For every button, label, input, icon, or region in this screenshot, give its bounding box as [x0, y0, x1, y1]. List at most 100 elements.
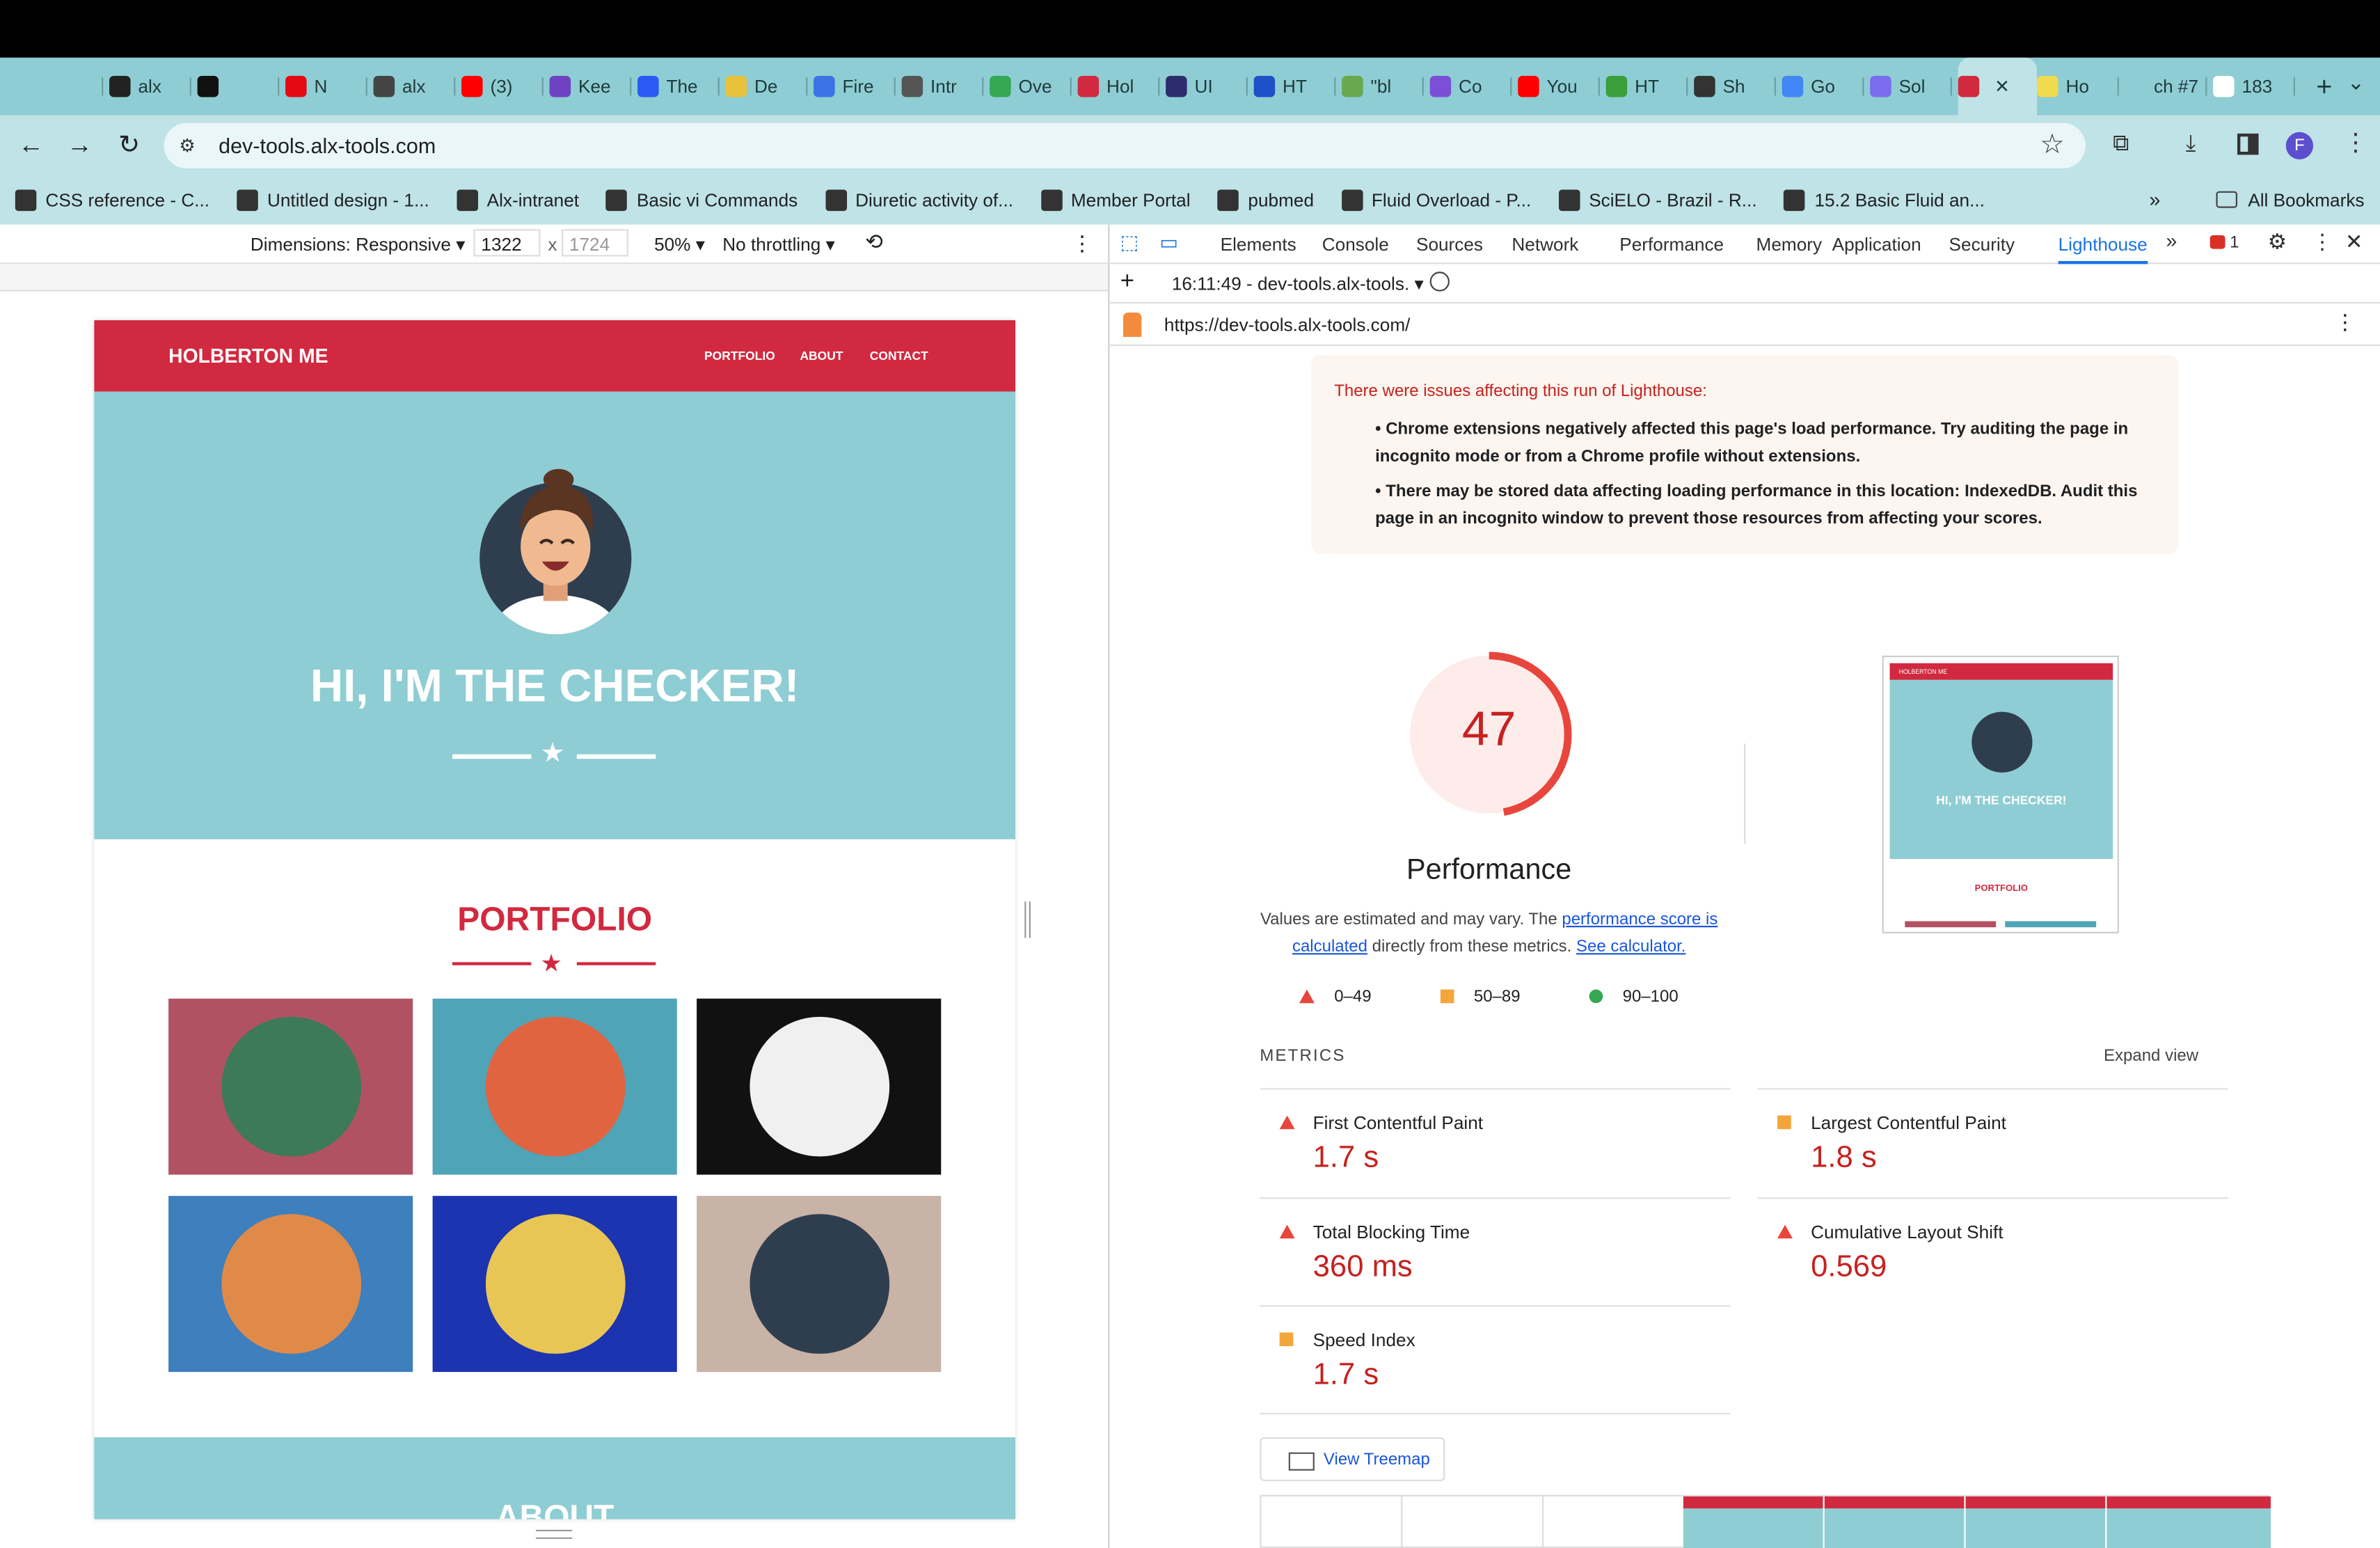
browser-tab[interactable]: Co	[1429, 67, 1518, 106]
side-panel-icon[interactable]	[2237, 133, 2259, 155]
devtools-tab-security[interactable]: Security	[1949, 234, 2015, 255]
devtools-tab-performance[interactable]: Performance	[1619, 234, 1724, 255]
rotate-icon[interactable]: ⟲	[865, 229, 883, 255]
browser-tab[interactable]: ch #7	[2125, 67, 2214, 106]
browser-tab[interactable]: Intr	[901, 67, 990, 106]
browser-tab[interactable]: HT	[1605, 67, 1695, 106]
devtools-menu-icon[interactable]: ⋮	[2312, 229, 2333, 255]
devtools-tab-console[interactable]: Console	[1322, 234, 1389, 255]
report-url[interactable]: https://dev-tools.alx-tools.com/	[1164, 314, 1411, 335]
bookmark-item[interactable]: SciELO - Brazil - R...	[1558, 189, 1757, 212]
bookmark-item[interactable]: Fluid Overload - P...	[1341, 189, 1531, 212]
bookmark-item[interactable]: Member Portal	[1040, 189, 1191, 212]
forward-button[interactable]: →	[67, 131, 93, 161]
address-bar[interactable]	[164, 123, 2086, 169]
nav-about[interactable]: ABOUT	[800, 349, 843, 363]
browser-tab[interactable]: "bl	[1342, 67, 1430, 106]
report-menu-icon[interactable]: ⋮	[2335, 310, 2356, 335]
device-more-icon[interactable]: ⋮	[1072, 230, 1093, 256]
bookmark-item[interactable]: CSS reference - C...	[15, 189, 209, 212]
site-brand[interactable]: HOLBERTON ME	[168, 345, 328, 368]
clear-icon[interactable]	[1429, 271, 1450, 292]
bookmark-item[interactable]: Alx-intranet	[457, 189, 579, 212]
devtools-tab-memory[interactable]: Memory	[1756, 234, 1823, 255]
resize-handle-bottom[interactable]	[535, 1529, 573, 1539]
issues-count[interactable]: 1	[2230, 234, 2239, 252]
site-info-icon[interactable]: ⚙	[179, 135, 195, 157]
portfolio-tile-cabin[interactable]	[168, 998, 413, 1175]
view-treemap-button[interactable]: View Treemap	[1260, 1437, 1445, 1482]
download-icon[interactable]: ⤓	[2186, 131, 2196, 157]
dimensions-select[interactable]: Dimensions: Responsive ▾	[251, 234, 465, 255]
browser-tab[interactable]: Kee	[549, 67, 638, 106]
nav-portfolio[interactable]: PORTFOLIO	[704, 349, 775, 363]
bookmark-item[interactable]: Diuretic activity of...	[825, 189, 1013, 212]
bookmark-item[interactable]: Untitled design - 1...	[237, 189, 429, 212]
see-calculator-link[interactable]: See calculator.	[1576, 938, 1685, 956]
browser-tab[interactable]: Ove	[990, 67, 1078, 106]
report-select[interactable]: 16:11:49 - dev-tools.alx-tools. ▾	[1172, 273, 1424, 294]
browser-tab[interactable]: Hol	[1077, 67, 1166, 106]
devtools-tab-elements[interactable]: Elements	[1221, 234, 1296, 255]
bookmark-item[interactable]: pubmed	[1217, 189, 1314, 212]
issues-icon[interactable]	[2210, 235, 2226, 249]
browser-tab[interactable]	[21, 67, 110, 106]
page-screenshot-thumbnail[interactable]: HOLBERTON ME HI, I'M THE CHECKER! PORTFO…	[1882, 655, 2119, 933]
bookmark-item[interactable]: 15.2 Basic Fluid an...	[1784, 189, 1985, 212]
browser-tab[interactable]: Sol	[1870, 67, 1958, 106]
bookmark-star-icon[interactable]: ☆	[2040, 129, 2064, 161]
zoom-select[interactable]: 50% ▾	[654, 234, 705, 255]
devtools-tab-application[interactable]: Application	[1832, 234, 1921, 255]
browser-tab[interactable]: HT	[1253, 67, 1342, 106]
settings-icon[interactable]: ⚙	[2268, 229, 2287, 255]
resize-handle-right[interactable]	[1024, 901, 1031, 938]
close-devtools-icon[interactable]: ✕	[2345, 229, 2363, 255]
height-input[interactable]: 1724	[562, 229, 628, 257]
portfolio-tile-circus[interactable]	[697, 998, 942, 1175]
browser-tab[interactable]: (3)	[461, 67, 550, 106]
extensions-icon[interactable]: ⧉	[2113, 131, 2129, 157]
browser-tab[interactable]: The	[637, 67, 726, 106]
portfolio-tile-controller[interactable]	[168, 1196, 413, 1373]
devtools-tab-lighthouse[interactable]: Lighthouse	[2058, 234, 2148, 264]
browser-tab[interactable]: ✕	[1958, 57, 2038, 116]
new-tab-button[interactable]: +	[2316, 70, 2332, 102]
portfolio-tile-cake[interactable]	[432, 998, 677, 1175]
browser-tab[interactable]: alx	[109, 67, 198, 106]
expand-view-toggle[interactable]: Expand view	[2104, 1047, 2198, 1065]
portfolio-tile-submarine[interactable]	[697, 1196, 942, 1373]
width-input[interactable]: 1322	[473, 229, 541, 257]
back-button[interactable]: ←	[18, 131, 44, 161]
bookmark-item[interactable]: Basic vi Commands	[606, 189, 798, 212]
browser-tab[interactable]: Sh	[1694, 67, 1782, 106]
browser-tab[interactable]: UI	[1166, 67, 1254, 106]
browser-tab[interactable]: 183	[2213, 67, 2301, 106]
tab-search-icon[interactable]: ⌄	[2347, 70, 2365, 95]
new-report-icon[interactable]: +	[1120, 269, 1134, 296]
browser-tab[interactable]: alx	[373, 67, 462, 106]
browser-tab[interactable]: N	[285, 67, 374, 106]
browser-tab[interactable]: De	[725, 67, 814, 106]
browser-tab[interactable]: You	[1518, 67, 1606, 106]
nav-contact[interactable]: CONTACT	[870, 349, 928, 363]
portfolio-tile-safe[interactable]	[432, 1196, 677, 1373]
chrome-menu-icon[interactable]: ⋮	[2344, 127, 2368, 158]
throttling-select[interactable]: No throttling ▾	[722, 234, 835, 255]
browser-tab[interactable]: Ho	[2037, 67, 2125, 106]
devtools-tab-sources[interactable]: Sources	[1416, 234, 1483, 255]
more-tabs-icon[interactable]: »	[2166, 229, 2177, 252]
devtools-tab-network[interactable]: Network	[1512, 234, 1578, 255]
browser-tab[interactable]: Fire	[814, 67, 902, 106]
browser-tab[interactable]: Go	[1782, 67, 1871, 106]
profile-avatar[interactable]: F	[2285, 132, 2314, 159]
url-text[interactable]: dev-tools.alx-tools.com	[219, 134, 436, 158]
tab-favicon-icon	[373, 76, 395, 97]
device-toggle-icon[interactable]: ▭	[1159, 230, 1178, 255]
browser-tab[interactable]	[197, 67, 286, 106]
all-bookmarks[interactable]: All Bookmarks	[2248, 190, 2364, 212]
more-bookmarks-icon[interactable]: »	[2149, 188, 2160, 211]
bookmark-favicon-icon	[606, 189, 628, 212]
reload-button[interactable]: ↻	[118, 131, 140, 161]
inspect-icon[interactable]: ⬚	[1120, 230, 1139, 255]
close-tab-icon[interactable]: ✕	[1994, 76, 2010, 97]
